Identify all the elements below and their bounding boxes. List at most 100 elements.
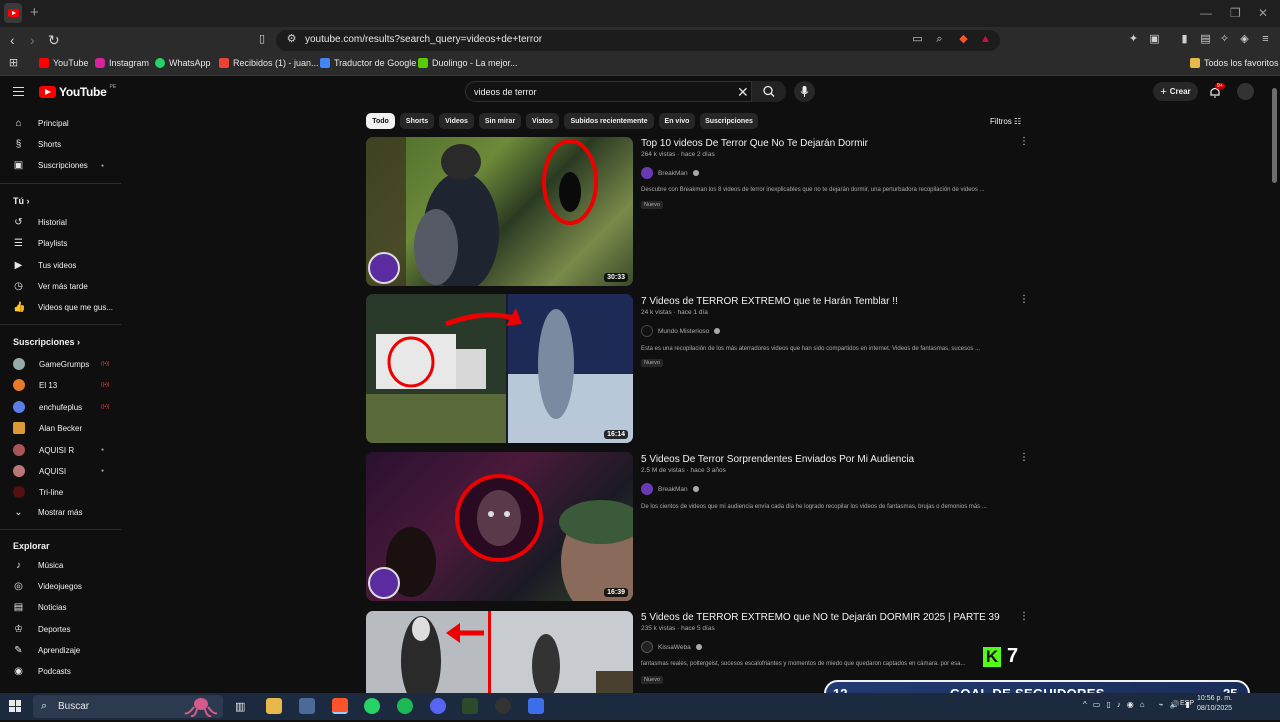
restore-icon[interactable]: ❐ (1230, 6, 1241, 20)
chip-en-vivo[interactable]: En vivo (659, 113, 695, 129)
bookmark-whatsapp[interactable]: WhatsApp (155, 58, 211, 68)
cast-icon[interactable]: ▭ (911, 33, 924, 46)
menu-icon[interactable]: ≡ (1259, 33, 1272, 46)
spotify-icon[interactable] (397, 698, 413, 714)
chip-suscripciones[interactable]: Suscripciones (700, 113, 758, 129)
sidebar-item-liked-videos[interactable]: 👍 Videos que me gus... (13, 302, 113, 313)
more-actions-icon[interactable]: ⋮ (1019, 452, 1029, 463)
forward-icon[interactable]: › (30, 32, 35, 48)
taskbar-clock[interactable]: 10:56 p. m. 08/10/2025 (1197, 694, 1232, 714)
scrollbar-thumb[interactable] (1272, 88, 1277, 183)
filters-button[interactable]: Filtros ☷ (990, 117, 1021, 126)
chip-sin-mirar[interactable]: Sin mirar (479, 113, 521, 129)
sidebar-item-ver-mas-tarde[interactable]: ◷ Ver más tarde (13, 281, 88, 292)
extensions-icon[interactable]: ✦ (1127, 33, 1140, 46)
channel-overlay-avatar[interactable] (368, 567, 400, 599)
clear-search-icon[interactable]: ✕ (737, 84, 749, 101)
back-icon[interactable]: ‹ (10, 32, 15, 48)
brave-shields-icon[interactable]: ◆ (957, 33, 970, 46)
whatsapp-icon[interactable] (364, 698, 380, 714)
browser-tab[interactable] (4, 3, 22, 23)
search-input[interactable]: videos de terror (474, 87, 537, 97)
windows-start-icon[interactable] (9, 700, 21, 712)
brave-browser-icon[interactable] (332, 698, 348, 714)
channel-link[interactable]: BreakMan (641, 167, 699, 179)
url-text[interactable]: youtube.com/results?search_query=videos+… (305, 34, 542, 45)
channel-link[interactable]: BreakMan (641, 483, 699, 495)
nvidia-icon[interactable] (462, 698, 478, 714)
chip-todo[interactable]: Todo (366, 113, 395, 129)
video-title[interactable]: 7 Videos de TERROR EXTREMO que te Harán … (641, 296, 898, 307)
discord-icon[interactable] (430, 698, 446, 714)
sidebar-item-tus-videos[interactable]: ▶ Tus videos (13, 260, 77, 271)
site-settings-icon[interactable]: ⚙ (285, 33, 298, 46)
chip-vistos[interactable]: Vistos (526, 113, 559, 129)
video-title[interactable]: 5 Videos De Terror Sorprendentes Enviado… (641, 454, 914, 465)
sub-enchufeplus[interactable]: enchufeplus (13, 401, 82, 413)
chip-videos[interactable]: Videos (439, 113, 474, 129)
taskbar-search-text[interactable]: Buscar (58, 701, 89, 712)
sub-el-13[interactable]: El 13 (13, 379, 57, 391)
app-icon[interactable] (528, 698, 544, 714)
voice-search-button[interactable] (794, 81, 815, 102)
subscriptions-section-header[interactable]: Suscripciones › (13, 337, 80, 347)
channel-link[interactable]: KissaWeba (641, 641, 702, 653)
reload-icon[interactable]: ↻ (48, 32, 60, 49)
sidebar-item-noticias[interactable]: ▤ Noticias (13, 602, 67, 613)
sidebar-item-deportes[interactable]: ♔ Deportes (13, 624, 70, 635)
sub-aquisi-r[interactable]: AQUISI R (13, 444, 74, 456)
sidebar-item-podcasts[interactable]: ◉ Podcasts (13, 666, 71, 677)
channel-overlay-avatar[interactable] (368, 252, 400, 284)
sidebar-item-principal[interactable]: ⌂ Principal (13, 118, 68, 129)
close-icon[interactable]: ✕ (1258, 6, 1268, 20)
brave-rewards-icon[interactable]: ▲ (979, 33, 992, 46)
bookmark-icon[interactable]: ▯ (259, 32, 265, 45)
video-title[interactable]: Top 10 videos De Terror Que No Te Dejará… (641, 138, 868, 149)
video-thumbnail[interactable]: 16:39 (366, 452, 633, 601)
sidebar-item-shorts[interactable]: § Shorts (13, 139, 61, 150)
system-tray-icons[interactable]: ^▭▯♪◉⌂ ⌁🔊▮ (1083, 700, 1196, 709)
bookmark-instagram[interactable]: Instagram (95, 58, 149, 68)
sidebar-item-videojuegos[interactable]: ◎ Videojuegos (13, 581, 82, 592)
more-actions-icon[interactable]: ⋮ (1019, 294, 1029, 305)
sidebar-item-suscripciones[interactable]: ▣ Suscripciones (13, 160, 88, 171)
sub-aquisi[interactable]: AQUISI (13, 465, 66, 477)
more-actions-icon[interactable]: ⋮ (1019, 611, 1029, 622)
more-actions-icon[interactable]: ⋮ (1019, 136, 1029, 147)
file-explorer-icon[interactable] (266, 698, 282, 714)
minimize-icon[interactable]: — (1200, 6, 1212, 20)
sidebar-item-playlists[interactable]: ☰ Playlists (13, 238, 67, 249)
video-title[interactable]: 5 Videos de TERROR EXTREMO que NO te Dej… (641, 612, 1000, 623)
all-bookmarks[interactable]: Todos los favoritos (1190, 58, 1279, 68)
sub-tri-line[interactable]: Tri-line (13, 486, 63, 498)
you-section-header[interactable]: Tú › (13, 196, 30, 206)
video-thumbnail[interactable]: 30:33 (366, 137, 633, 286)
chip-shorts[interactable]: Shorts (400, 113, 434, 129)
wallet-icon[interactable]: ▤ (1199, 33, 1212, 46)
sidebar-item-historial[interactable]: ↺ Historial (13, 217, 67, 228)
account-avatar[interactable] (1237, 83, 1254, 100)
calculator-icon[interactable] (299, 698, 315, 714)
sidebar-item-musica[interactable]: ♪ Música (13, 560, 63, 571)
vpn-icon[interactable]: ◈ (1238, 33, 1251, 46)
show-more-button[interactable]: ⌄ Mostrar más (13, 507, 82, 518)
zoom-icon[interactable]: ⌕ (933, 33, 946, 46)
search-button[interactable] (751, 81, 786, 102)
octopus-widget-icon[interactable] (183, 695, 219, 718)
language-indicator[interactable]: ESP (1180, 700, 1194, 707)
bookmark-gmail[interactable]: Recibidos (1) - juan... (219, 58, 319, 68)
tab-search-icon[interactable]: ▣ (1148, 33, 1161, 46)
channel-link[interactable]: Mundo Misterioso (641, 325, 721, 337)
task-view-icon[interactable]: ▥ (235, 700, 245, 713)
video-thumbnail[interactable] (366, 611, 633, 693)
sidebar-item-aprendizaje[interactable]: ✎ Aprendizaje (13, 645, 80, 656)
video-thumbnail[interactable]: 16:14 (366, 294, 633, 443)
bookmark-translate[interactable]: Traductor de Google (320, 58, 416, 68)
youtube-logo[interactable]: YouTube PE (39, 84, 116, 99)
bookmark-duolingo[interactable]: Duolingo - La mejor... (418, 58, 518, 68)
sub-alan-becker[interactable]: Alan Becker (13, 422, 82, 434)
sub-gamegrumps[interactable]: GameGrumps (13, 358, 89, 370)
guide-menu-icon[interactable] (13, 87, 24, 96)
obs-icon[interactable] (495, 698, 511, 714)
chip-subidos-recientemente[interactable]: Subidos recientemente (564, 113, 654, 129)
